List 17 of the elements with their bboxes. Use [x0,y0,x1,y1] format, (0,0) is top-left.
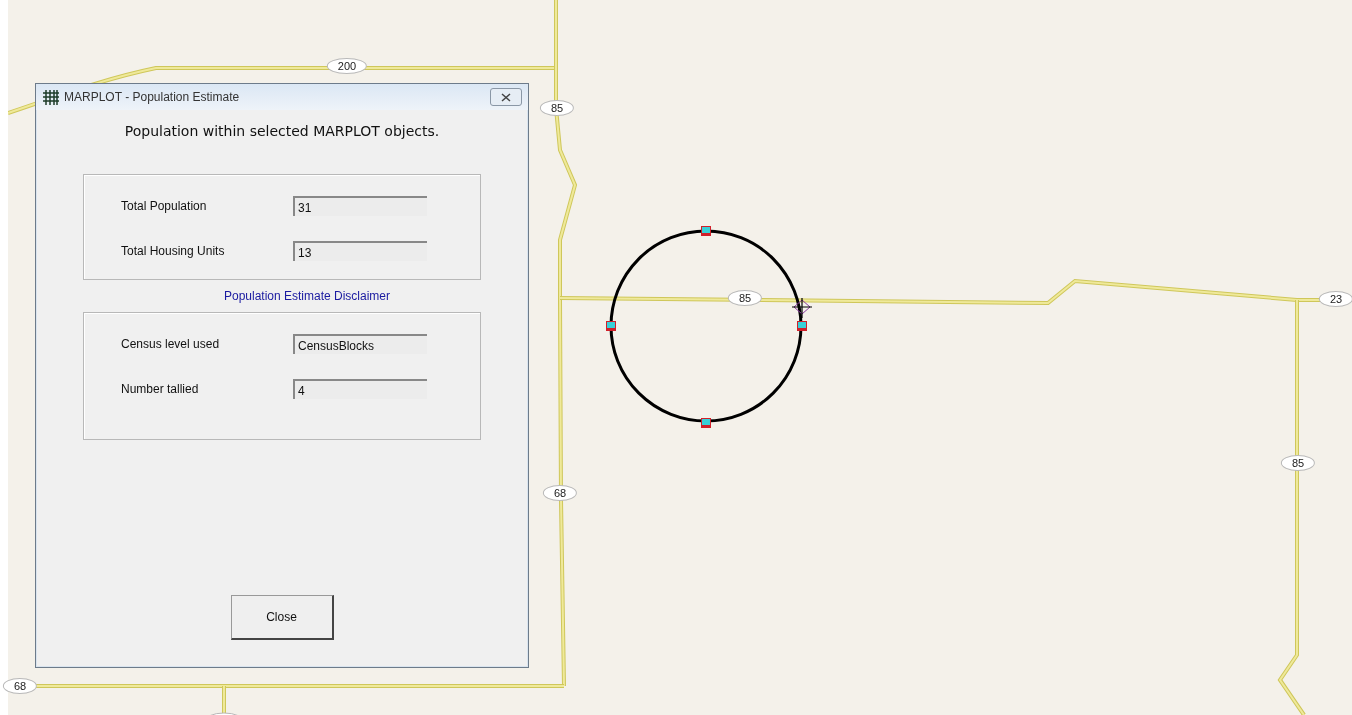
field-label: Number tallied [121,382,200,396]
move-cursor-icon [791,297,813,319]
close-icon [501,92,511,102]
value-field[interactable]: 4 [293,379,427,399]
field-label: Census level used [121,337,221,351]
close-button[interactable] [490,88,522,106]
value-field[interactable]: CensusBlocks [293,334,427,354]
grid-icon [42,89,60,105]
selection-circle[interactable] [606,226,807,428]
value-field[interactable]: 13 [293,241,427,261]
dialog-heading: Population within selected MARPLOT objects. [124,123,440,139]
field-label: Total Population [121,199,208,213]
window-title: MARPLOT - Population Estimate [64,90,241,104]
close-button[interactable]: Close [230,595,334,640]
field-label: Total Housing Units [121,244,226,258]
disclaimer-link[interactable]: Population Estimate Disclaimer [223,289,391,303]
value-field[interactable]: 31 [293,196,427,216]
